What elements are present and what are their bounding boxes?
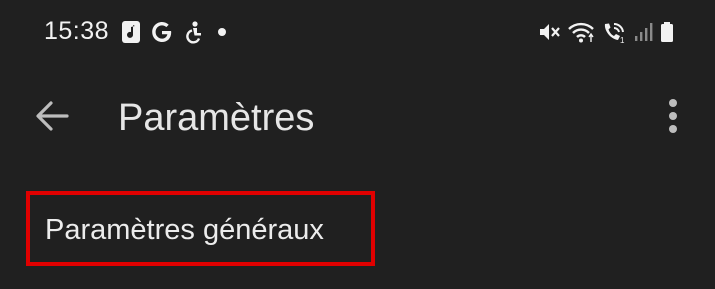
- google-g-icon: [151, 20, 173, 44]
- system-icons: 1: [537, 19, 675, 45]
- battery-icon: [659, 20, 675, 44]
- status-bar: 15:38 1: [0, 0, 715, 66]
- dot-icon: [215, 20, 229, 44]
- mute-vibrate-icon: [537, 20, 561, 44]
- page-title: Paramètres: [118, 97, 315, 139]
- more-options-button[interactable]: [653, 94, 693, 142]
- back-button[interactable]: [28, 96, 76, 140]
- wifi-icon: [567, 20, 595, 44]
- svg-text:1: 1: [620, 36, 625, 44]
- app-bar: Paramètres: [0, 80, 715, 156]
- wifi-calling-icon: 1: [601, 20, 627, 44]
- more-vert-icon: [668, 98, 678, 139]
- signal-icon: [633, 20, 653, 44]
- notification-icons: [121, 19, 229, 45]
- accessibility-icon: [183, 20, 205, 44]
- general-settings-item[interactable]: Paramètres généraux: [26, 191, 375, 266]
- arrow-back-icon: [34, 100, 70, 137]
- status-time: 15:38: [44, 17, 110, 45]
- general-settings-label: Paramètres généraux: [45, 214, 324, 246]
- music-note-icon: [121, 20, 141, 44]
- settings-screen: 15:38 1 Paramètres Paramètres généraux: [0, 0, 715, 289]
